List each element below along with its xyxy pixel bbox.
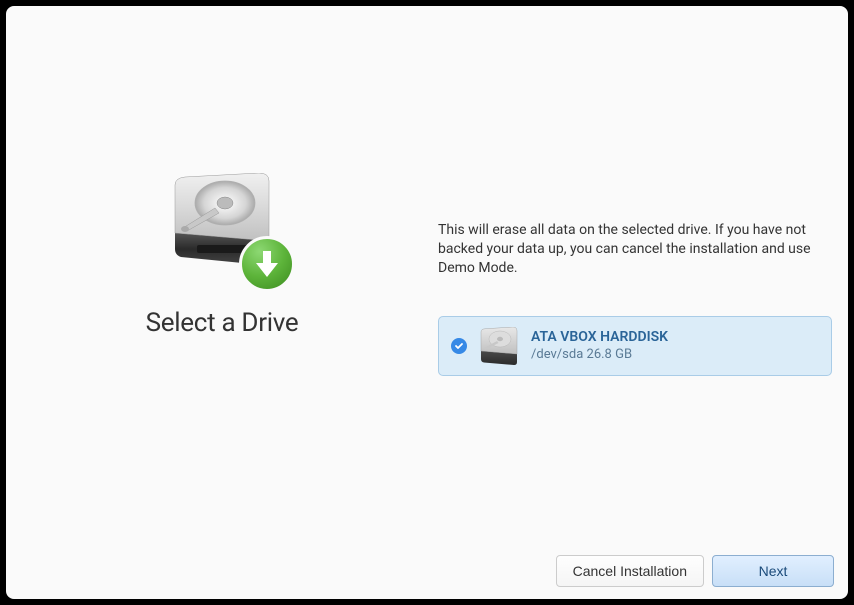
- button-bar: Cancel Installation Next: [556, 555, 834, 587]
- page-title: Select a Drive: [146, 308, 299, 338]
- left-panel: Select a Drive: [6, 6, 438, 599]
- check-icon: [451, 338, 467, 354]
- right-panel: This will erase all data on the selected…: [438, 6, 848, 599]
- installer-window: Select a Drive This will erase all data …: [6, 6, 848, 599]
- drive-name: ATA VBOX HARDDISK: [531, 329, 668, 345]
- drive-detail: /dev/sda 26.8 GB: [531, 347, 668, 362]
- drive-select-icon: [157, 168, 287, 288]
- next-button[interactable]: Next: [712, 555, 834, 587]
- warning-text: This will erase all data on the selected…: [438, 221, 832, 278]
- download-arrow-badge-icon: [239, 236, 295, 292]
- drive-option[interactable]: ATA VBOX HARDDISK /dev/sda 26.8 GB: [438, 316, 832, 376]
- cancel-button[interactable]: Cancel Installation: [556, 555, 704, 587]
- drive-info: ATA VBOX HARDDISK /dev/sda 26.8 GB: [531, 329, 668, 362]
- drive-thumb-icon: [477, 327, 521, 365]
- content-area: Select a Drive This will erase all data …: [6, 6, 848, 599]
